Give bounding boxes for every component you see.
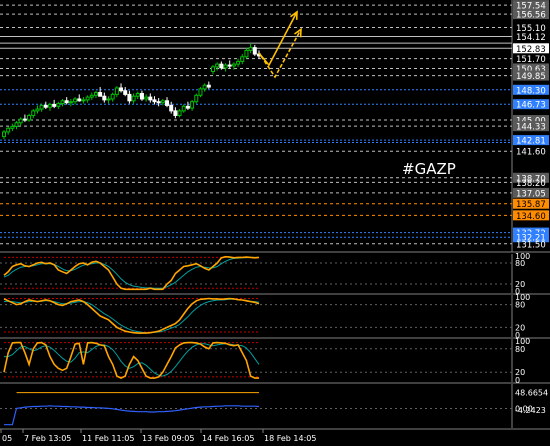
- candle-body: [47, 103, 52, 108]
- candle-body: [60, 100, 65, 105]
- price-tick-label: 148.30: [516, 86, 546, 96]
- trading-chart[interactable]: 157.54156.56155.10154.12152.83151.70150.…: [0, 0, 550, 446]
- candle-body: [152, 99, 157, 103]
- price-tick-label: 141.60: [516, 148, 546, 158]
- candle-body: [160, 100, 165, 104]
- candle-body: [248, 47, 253, 51]
- price-tick-label: 142.81: [516, 137, 546, 147]
- candle-body: [240, 56, 245, 62]
- candle-body: [190, 101, 195, 109]
- price-tick-label: 152.83: [516, 45, 546, 55]
- candle-body: [22, 118, 27, 121]
- candle-body: [194, 94, 199, 103]
- candle-body: [114, 87, 119, 95]
- candle-body: [219, 63, 224, 69]
- price-tick-label: 135.87: [516, 200, 546, 210]
- candle-body: [52, 103, 57, 107]
- candle-body: [131, 95, 136, 102]
- candle-body: [156, 101, 161, 104]
- time-tick-label: 05: [2, 434, 12, 443]
- time-tick-label: 11 Feb 11:05: [82, 434, 134, 443]
- price-tick-label: 149.85: [516, 72, 546, 82]
- macd-tick-label: -4.2423: [515, 406, 546, 415]
- price-tick-label: 134.60: [516, 212, 546, 222]
- candle-body: [81, 99, 86, 102]
- time-tick-label: 7 Feb 13:05: [24, 434, 71, 443]
- candle-body: [35, 108, 40, 112]
- candle-body: [202, 84, 207, 90]
- price-tick-label: 154.12: [516, 33, 546, 43]
- candle-body: [2, 131, 6, 138]
- candle-body: [139, 92, 144, 100]
- candle-body: [106, 98, 111, 101]
- time-tick-label: 13 Feb 09:05: [142, 434, 194, 443]
- candle-body: [236, 60, 241, 65]
- price-tick-label: 146.73: [516, 101, 546, 111]
- candle-body: [119, 87, 124, 92]
- candle-body: [14, 122, 19, 127]
- oscillator-tick-label: 80: [515, 301, 525, 310]
- candle-body: [110, 93, 115, 100]
- price-tick-label: 131.50: [516, 240, 546, 250]
- candle-body: [211, 66, 215, 72]
- oscillator-tick-label: 80: [515, 259, 525, 268]
- candle-body: [85, 96, 90, 101]
- candle-body: [173, 110, 178, 116]
- candle-body: [198, 88, 203, 96]
- candle-body: [56, 103, 61, 107]
- candle-body: [144, 96, 149, 100]
- price-tick-label: 138.20: [516, 179, 546, 189]
- candle-body: [244, 49, 249, 58]
- candle-body: [31, 110, 36, 116]
- candle-body: [215, 63, 220, 68]
- chart-background: [0, 0, 550, 446]
- candle-body: [127, 93, 132, 102]
- candle-body: [102, 95, 107, 101]
- candle-body: [93, 92, 98, 96]
- candle-body: [135, 92, 140, 97]
- candle-body: [73, 98, 78, 103]
- price-tick-label: 137.05: [516, 189, 546, 199]
- candle-body: [165, 100, 170, 106]
- time-tick-label: 14 Feb 16:05: [202, 434, 254, 443]
- candle-body: [231, 63, 236, 67]
- symbol-annotation: #GAZP: [402, 160, 456, 178]
- candle-body: [6, 127, 11, 133]
- candle-body: [123, 90, 128, 95]
- candle-body: [177, 110, 182, 116]
- macd-tick-label: 48.6654: [515, 389, 548, 398]
- candle-body: [169, 104, 174, 112]
- candle-body: [89, 94, 94, 98]
- candle-body: [252, 47, 257, 55]
- candle-body: [77, 98, 82, 102]
- candle-body: [10, 125, 15, 129]
- oscillator-tick-label: 80: [515, 345, 525, 354]
- candle-body: [185, 105, 190, 109]
- candle-body: [64, 100, 69, 104]
- candle-body: [148, 96, 153, 101]
- candle-body: [206, 84, 211, 88]
- candle-body: [223, 64, 228, 69]
- candle-body: [18, 118, 23, 124]
- candle-body: [43, 104, 48, 108]
- price-tick-label: 156.56: [516, 11, 546, 21]
- oscillator-tick-label: 0: [515, 376, 520, 385]
- candle-body: [98, 92, 103, 97]
- candle-body: [227, 64, 232, 67]
- price-tick-label: 144.33: [516, 123, 546, 133]
- candle-body: [27, 114, 32, 121]
- time-tick-label: 18 Feb 14:05: [264, 434, 316, 443]
- candle-body: [68, 101, 73, 104]
- candle-body: [39, 104, 44, 110]
- candle-body: [181, 105, 186, 112]
